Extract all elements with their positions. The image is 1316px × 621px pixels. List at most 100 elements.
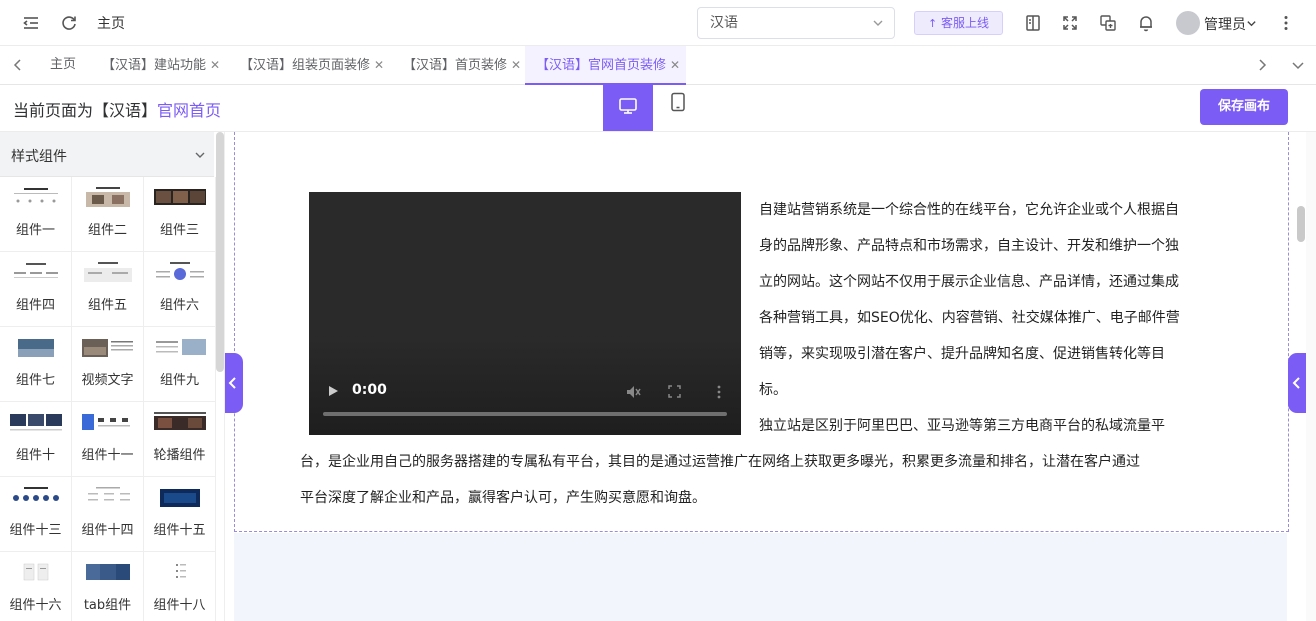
component-card[interactable]: 组件二 — [72, 177, 144, 252]
collapse-left-panel-button[interactable] — [225, 353, 243, 413]
page-title: 当前页面为【汉语】官网首页 — [13, 97, 221, 121]
mute-icon[interactable] — [625, 384, 641, 400]
text-line: 台，是企业用自己的服务器搭建的专属私有平台，其目的是通过运营推广在网络上获取更多… — [300, 454, 1140, 470]
avatar — [1176, 11, 1200, 35]
close-icon[interactable]: ✕ — [670, 46, 680, 84]
page-title-prefix: 当前页面为【汉语】 — [13, 101, 158, 120]
component-thumbnail — [10, 414, 62, 431]
component-thumbnail — [14, 263, 58, 278]
collapse-right-panel-button[interactable] — [1288, 353, 1306, 413]
component-label: 组件七 — [15, 373, 55, 388]
component-card[interactable]: 组件六 — [144, 252, 216, 327]
component-card[interactable]: 组件十四 — [72, 477, 144, 552]
tab-official-home-decor[interactable]: 【汉语】官网首页装修 ✕ — [525, 46, 686, 85]
component-label: 组件十六 — [9, 598, 62, 613]
chevron-down-icon — [194, 149, 206, 161]
tab-site-features[interactable]: 【汉语】建站功能 ✕ — [102, 46, 220, 85]
home-link[interactable]: 主页 — [97, 13, 125, 33]
component-card[interactable]: 组件四 — [0, 252, 72, 327]
chevron-left-icon[interactable] — [11, 58, 25, 72]
text-line: 独立站是区别于阿里巴巴、亚马逊等第三方电商平台的私域流量平 — [759, 418, 1165, 434]
chevron-right-icon[interactable] — [1255, 58, 1269, 72]
chevron-down-icon[interactable] — [1291, 58, 1305, 72]
text-line: 立的网站。这个网站不仅用于展示企业信息、产品详情，还通过集成 — [759, 274, 1179, 290]
component-thumbnail — [176, 564, 186, 578]
component-label: 组件十五 — [153, 523, 206, 538]
refresh-icon[interactable] — [59, 13, 79, 33]
video-player[interactable]: 0:00 — [309, 192, 741, 435]
translate-icon[interactable] — [1098, 13, 1118, 33]
component-card[interactable]: 组件十三 — [0, 477, 72, 552]
language-select[interactable]: 汉语 — [697, 7, 895, 39]
component-label: 组件十八 — [153, 598, 206, 613]
component-card[interactable]: 组件十一 — [72, 402, 144, 477]
video-text-section[interactable]: 0:00 自建站营销系统是一个综合性的在线平台，它允许企业或个人根据自 身的品牌… — [234, 132, 1289, 532]
video-progress-bar[interactable] — [323, 412, 727, 416]
component-card[interactable]: 组件十五 — [144, 477, 216, 552]
component-label: tab组件 — [83, 598, 132, 613]
tablet-view-button[interactable] — [653, 85, 703, 131]
tablet-icon — [671, 92, 685, 112]
customer-service-button[interactable]: ↑ 客服上线 — [914, 11, 1003, 35]
play-icon[interactable] — [327, 385, 339, 397]
text-line: 平台深度了解企业和产品，赢得客户认可，产生购买意愿和询盘。 — [300, 490, 706, 506]
component-label: 组件六 — [159, 298, 199, 313]
component-thumbnail — [154, 189, 206, 205]
tab-assemble-page[interactable]: 【汉语】组装页面装修 ✕ — [240, 46, 384, 85]
text-line: 标。 — [759, 382, 787, 398]
component-group-title: 样式组件 — [11, 149, 67, 165]
tab-home[interactable]: 主页 — [50, 46, 76, 85]
component-label: 组件五 — [87, 298, 127, 313]
component-card[interactable]: 组件十八 — [144, 552, 216, 621]
arrow-up-icon: ↑ — [927, 17, 938, 30]
component-label: 视频文字 — [81, 373, 134, 388]
component-label: 组件十四 — [81, 523, 134, 538]
close-icon[interactable]: ✕ — [210, 46, 220, 84]
component-card[interactable]: 组件十 — [0, 402, 72, 477]
component-label: 组件十三 — [9, 523, 62, 538]
component-thumbnail — [160, 489, 200, 507]
component-card[interactable]: 视频文字 — [72, 327, 144, 402]
empty-section[interactable] — [234, 533, 1287, 621]
component-card[interactable]: 组件三 — [144, 177, 216, 252]
component-thumbnail — [23, 563, 49, 581]
component-group-header[interactable]: 样式组件 — [0, 132, 214, 177]
bell-icon[interactable] — [1136, 13, 1156, 33]
component-thumbnail — [82, 339, 133, 357]
fullscreen-icon[interactable] — [668, 385, 681, 398]
tab-home-decor[interactable]: 【汉语】首页装修 ✕ — [403, 46, 521, 85]
canvas-scrollbar[interactable] — [1297, 206, 1305, 242]
save-canvas-button[interactable]: 保存画布 — [1200, 89, 1288, 125]
component-label: 组件九 — [159, 373, 199, 388]
tabs-bar: 主页 【汉语】建站功能 ✕ 【汉语】组装页面装修 ✕ 【汉语】首页装修 ✕ 【汉语】官… — [0, 46, 1316, 85]
component-card[interactable]: 组件七 — [0, 327, 72, 402]
document-icon[interactable] — [1023, 13, 1043, 33]
tab-label: 【汉语】建站功能 — [102, 58, 207, 73]
component-label: 轮播组件 — [153, 448, 206, 463]
desktop-view-button[interactable] — [603, 85, 653, 131]
close-icon[interactable]: ✕ — [374, 46, 384, 84]
component-card[interactable]: 组件十六 — [0, 552, 72, 621]
close-icon[interactable]: ✕ — [511, 46, 521, 84]
component-label: 组件十 — [15, 448, 55, 463]
component-card[interactable]: 组件一 — [0, 177, 72, 252]
chevron-down-icon — [1246, 18, 1257, 29]
panel-scrollbar[interactable] — [216, 132, 224, 372]
component-label: 组件十一 — [81, 448, 134, 463]
more-vertical-icon[interactable] — [716, 384, 722, 400]
user-name: 管理员 — [1204, 17, 1246, 33]
component-thumbnail — [156, 339, 206, 355]
component-card[interactable]: 组件九 — [144, 327, 216, 402]
more-vertical-icon[interactable] — [1276, 13, 1296, 33]
component-card[interactable]: tab组件 — [72, 552, 144, 621]
language-select-value: 汉语 — [710, 15, 738, 31]
top-bar: 主页 汉语 ↑ 客服上线 管理员 — [0, 0, 1316, 46]
text-line: 自建站营销系统是一个综合性的在线平台，它允许企业或个人根据自 — [759, 202, 1179, 218]
fullscreen-icon[interactable] — [1060, 13, 1080, 33]
component-card[interactable]: 轮播组件 — [144, 402, 216, 477]
component-card[interactable]: 组件五 — [72, 252, 144, 327]
menu-fold-icon[interactable] — [21, 13, 41, 33]
monitor-icon — [619, 98, 637, 114]
video-time: 0:00 — [352, 382, 387, 398]
text-line: 销等，来实现吸引潜在客户、提升品牌知名度、促进销售转化等目 — [759, 346, 1165, 362]
